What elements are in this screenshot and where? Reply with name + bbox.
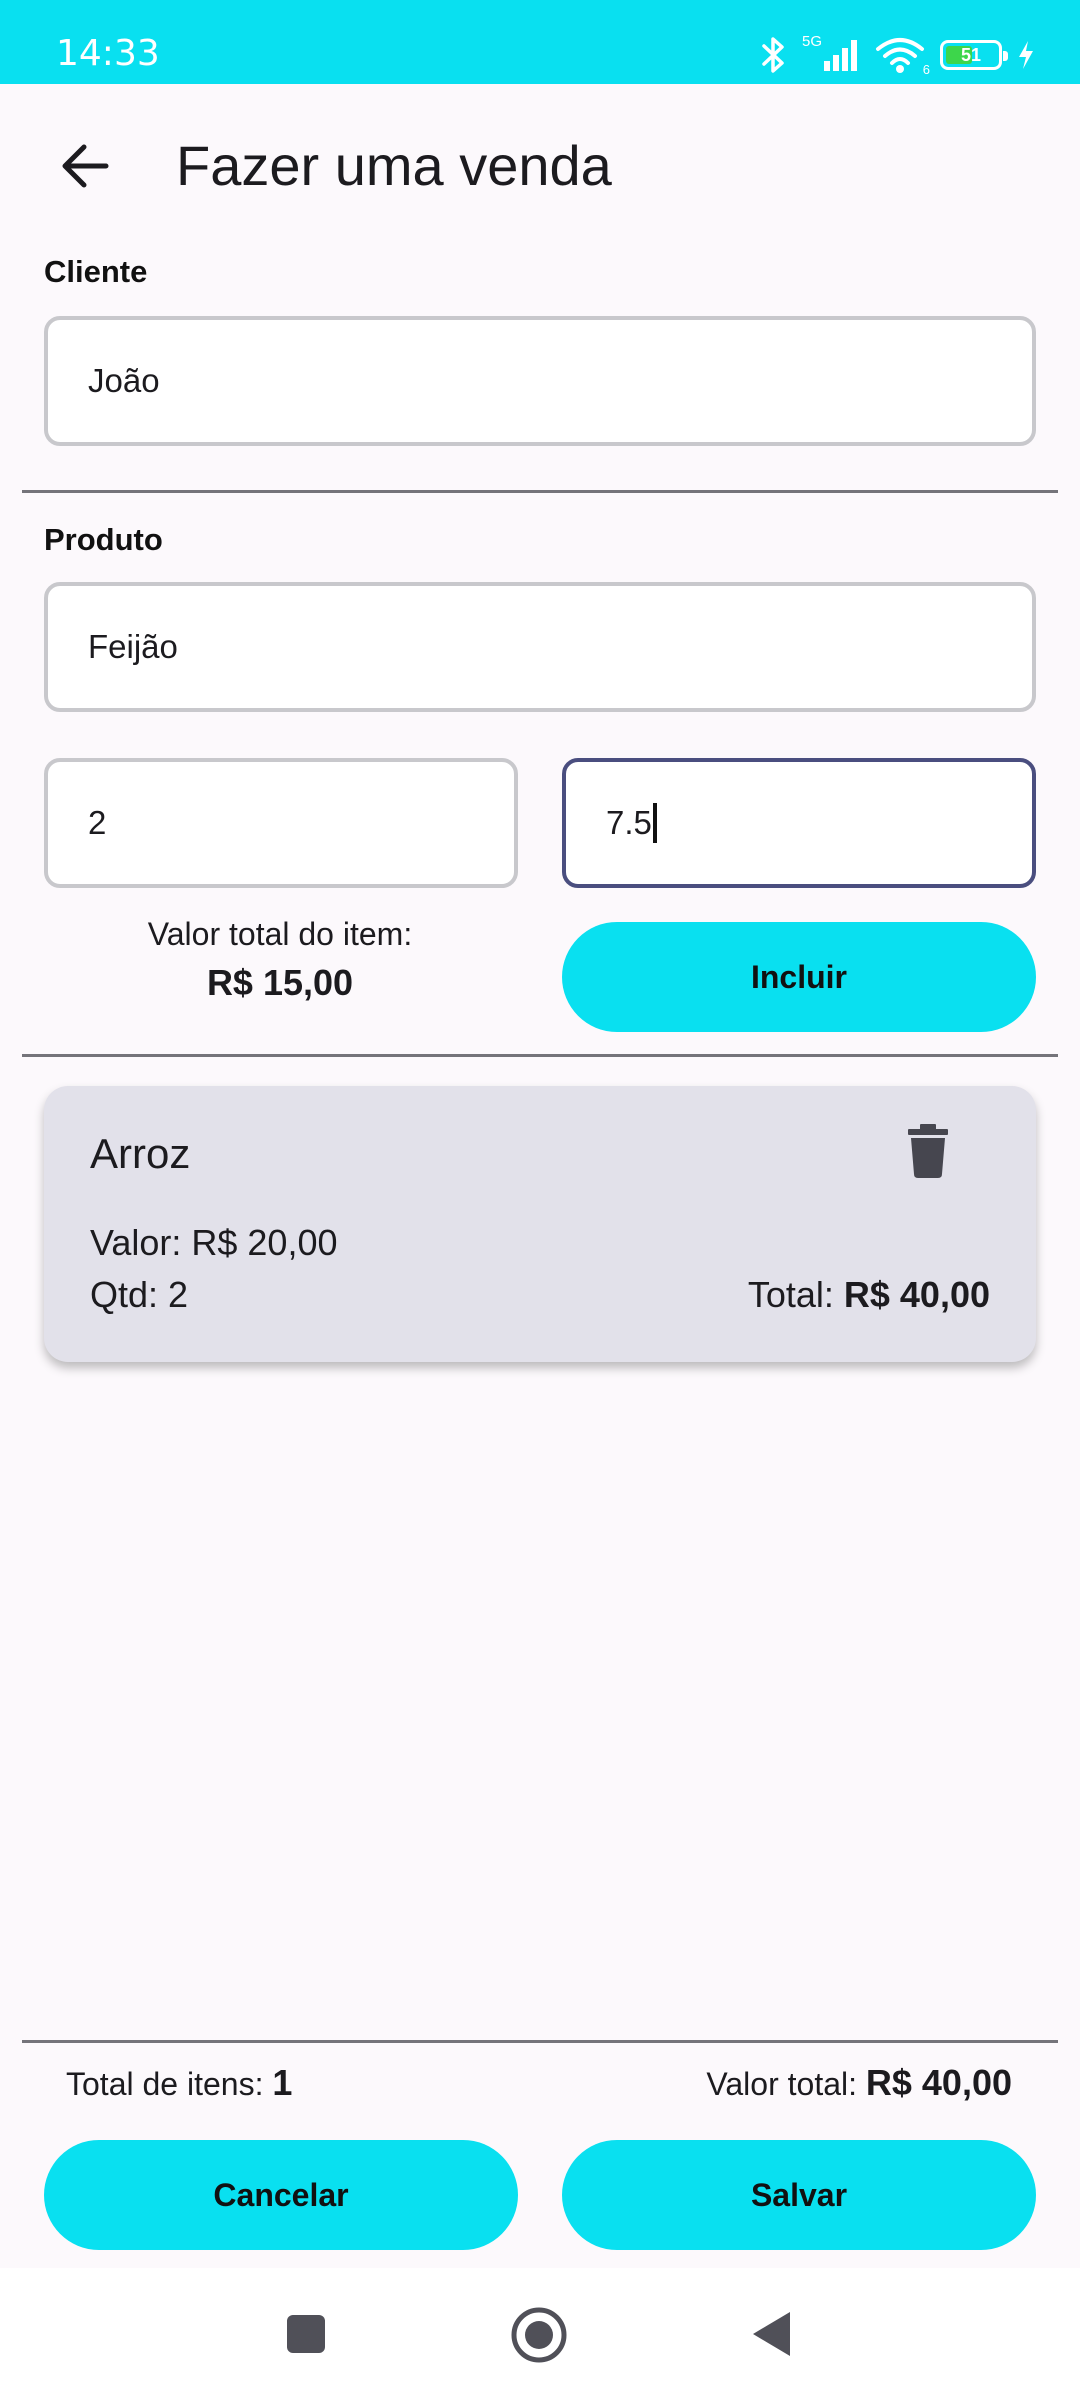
back-triangle-icon[interactable] [750,2310,792,2358]
nav-bar [0,2268,1080,2400]
home-icon[interactable] [510,2306,568,2364]
status-icons: 5G 6 51 [760,30,1036,80]
items-count: Total de itens: 1 [66,2062,293,2103]
text-caret [652,803,657,843]
charging-icon [1019,41,1033,69]
battery-icon: 51 [940,40,1008,70]
app-bar: Fazer uma venda [0,84,1080,244]
product-label: Produto [44,522,163,557]
add-item-button[interactable]: Incluir [562,922,1036,1032]
list-item: Arroz Valor: R$ 20,00 Qtd: 2 Total: R$ 4… [44,1086,1036,1362]
page-title: Fazer uma venda [176,134,612,197]
wifi-icon: 6 [874,35,930,77]
trash-icon [908,1124,948,1178]
price-field[interactable]: 7.5 [562,758,1036,888]
cancel-button[interactable]: Cancelar [44,2140,518,2250]
signal-icon: 5G [802,33,860,75]
quantity-value: 2 [88,804,107,841]
divider [22,1054,1058,1057]
save-button[interactable]: Salvar [562,2140,1036,2250]
price-value: 7.5 [606,804,652,841]
client-label: Cliente [44,254,148,289]
item-total: Total: R$ 40,00 [747,1274,990,1315]
item-total-label: Valor total do item: [147,916,413,952]
divider [22,2040,1058,2043]
client-field[interactable]: João [44,316,1036,446]
quantity-field[interactable]: 2 [44,758,518,888]
bluetooth-icon [762,37,784,73]
back-button[interactable] [56,134,120,198]
item-qty: Qtd: 2 [90,1274,189,1315]
order-total: Valor total: R$ 40,00 [706,2062,1012,2103]
status-time: 14:33 [56,33,160,74]
divider [22,490,1058,493]
wifi-badge: 6 [922,62,930,77]
client-value: João [88,362,160,399]
arrow-back-icon [62,144,109,188]
status-bar: 14:33 5G 6 51 [0,0,1080,84]
delete-item-button[interactable] [906,1124,950,1178]
item-total-value: R$ 15,00 [206,962,354,1003]
product-value: Feijão [88,628,178,665]
product-field[interactable]: Feijão [44,582,1036,712]
item-price: Valor: R$ 20,00 [90,1222,338,1263]
battery-level: 51 [960,45,982,65]
item-name: Arroz [90,1130,191,1177]
recents-icon[interactable] [286,2314,326,2354]
